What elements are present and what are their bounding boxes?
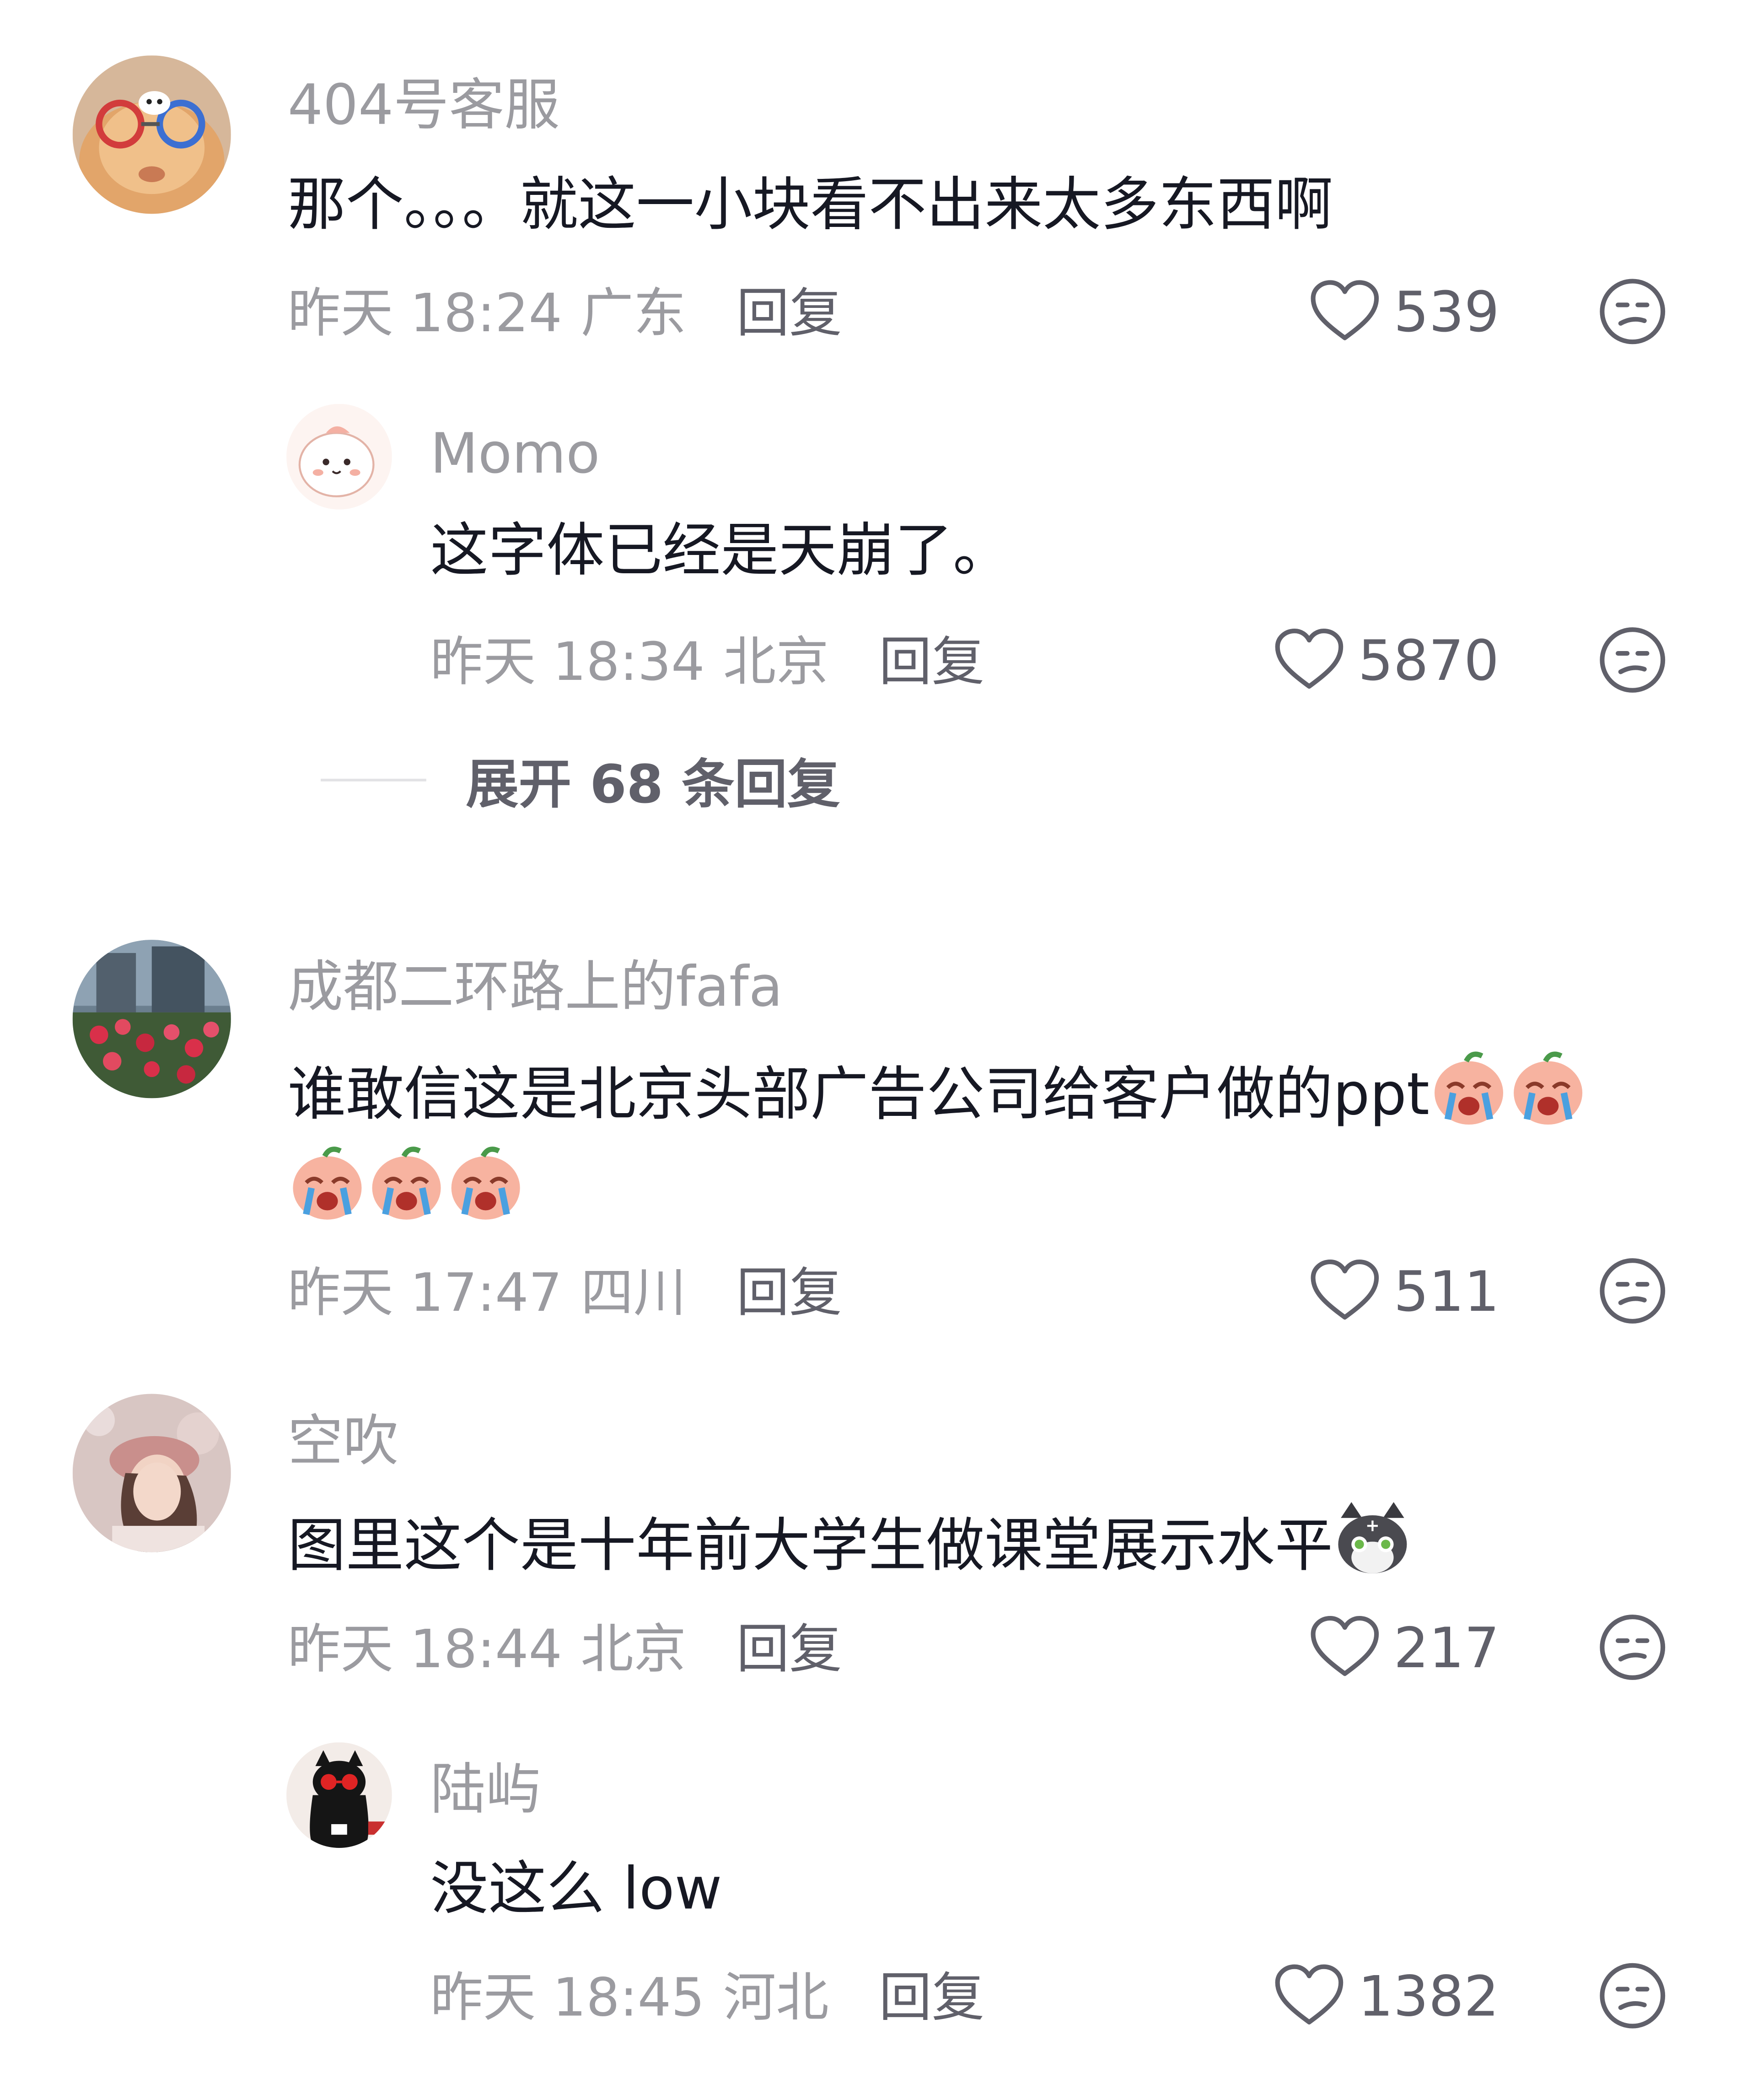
comment-text: 谁敢信这是北京头部广告公司给客户做的ppt (288, 1048, 1588, 1135)
like-button[interactable]: 217 (1309, 1610, 1500, 1685)
avatar[interactable] (72, 1394, 231, 1552)
comment-meta: 昨天 18:44 北京 回复 (288, 1608, 842, 1682)
like-count: 5870 (1358, 627, 1500, 693)
expand-replies-button[interactable]: 展开 68 条回复 (321, 742, 840, 818)
heart-outline-icon (1275, 628, 1344, 689)
region: 北京 (723, 632, 829, 693)
heart-outline-icon (1311, 1615, 1379, 1676)
neutral-face-icon[interactable] (1598, 1613, 1667, 1681)
like-count: 217 (1393, 1615, 1500, 1680)
reply-button[interactable]: 回复 (736, 270, 842, 347)
timestamp: 昨天 18:34 (430, 632, 705, 693)
comment-meta: 昨天 18:45 河北 回复 (430, 1956, 985, 2030)
reply-button[interactable]: 回复 (879, 1955, 984, 2031)
username[interactable]: 陆屿 (430, 1755, 541, 1824)
expand-replies-label: 展开 68 条回复 (466, 755, 840, 816)
timestamp: 昨天 17:47 (287, 1263, 563, 1324)
avatar[interactable] (72, 940, 231, 1098)
neutral-face-icon[interactable] (1598, 625, 1667, 694)
comment-text-body: 图里这个是十年前大学生做课堂展示水平 (287, 1513, 1333, 1580)
like-button[interactable]: 539 (1309, 275, 1500, 349)
neutral-face-icon[interactable] (1598, 1257, 1667, 1325)
like-count: 511 (1393, 1258, 1500, 1324)
comment-text: 那个。。。就这一小块看不出来太多东西啊 (287, 172, 1333, 239)
neutral-face-icon[interactable] (1598, 277, 1667, 346)
username[interactable]: Momo (430, 420, 600, 488)
comment-meta: 昨天 18:34 北京 回复 (430, 620, 985, 695)
comment-meta: 昨天 18:24 广东 回复 (288, 272, 842, 346)
region: 四川 (580, 1263, 687, 1324)
comment-text: 图里这个是十年前大学生做课堂展示水平 (288, 1499, 1412, 1586)
username[interactable]: 404号客服 (288, 71, 560, 140)
comment-text: 这字体已经是天崩了。 (430, 517, 1011, 585)
heart-outline-icon (1311, 280, 1379, 340)
like-button[interactable]: 1382 (1274, 1959, 1499, 2033)
crying-peach-emoji (446, 1143, 525, 1222)
region: 广东 (580, 284, 687, 345)
avatar[interactable] (286, 404, 392, 510)
like-button[interactable]: 5870 (1274, 623, 1499, 697)
reply-button[interactable]: 回复 (736, 1250, 842, 1326)
crying-peach-emoji (288, 1143, 367, 1222)
crying-peach-emoji (367, 1143, 446, 1222)
reply-button[interactable]: 回复 (736, 1606, 842, 1683)
avatar[interactable] (286, 1742, 392, 1848)
timestamp: 昨天 18:44 (287, 1619, 563, 1680)
emoji-row (288, 1143, 525, 1230)
crying-peach-emoji (1430, 1048, 1509, 1127)
timestamp: 昨天 18:24 (287, 284, 563, 345)
avatar[interactable] (72, 55, 231, 214)
heart-outline-icon (1311, 1260, 1379, 1320)
heart-outline-icon (1275, 1964, 1344, 2025)
username[interactable]: 成都二环路上的fafa (288, 953, 783, 1022)
divider (321, 779, 426, 781)
comment-list: 404号客服 那个。。。就这一小块看不出来太多东西啊 昨天 18:24 广东 回… (0, 0, 1763, 2100)
comment-meta: 昨天 17:47 四川 回复 (288, 1251, 842, 1325)
crying-peach-emoji (1509, 1048, 1588, 1127)
neutral-face-icon[interactable] (1598, 1961, 1667, 2030)
like-count: 539 (1393, 279, 1500, 344)
username[interactable]: 空吹 (288, 1407, 398, 1475)
like-count: 1382 (1358, 1963, 1500, 2028)
timestamp: 昨天 18:45 (430, 1968, 705, 2029)
comments-page: 404号客服 那个。。。就这一小块看不出来太多东西啊 昨天 18:24 广东 回… (0, 0, 1763, 2100)
region: 河北 (723, 1968, 829, 2029)
region: 北京 (580, 1619, 687, 1680)
reply-button[interactable]: 回复 (879, 619, 984, 695)
comment-text: 没这么 low (430, 1856, 722, 1923)
like-button[interactable]: 511 (1309, 1254, 1500, 1328)
comment-text-body: 谁敢信这是北京头部广告公司给客户做的ppt (287, 1061, 1430, 1129)
gray-cat-emoji (1333, 1499, 1412, 1578)
